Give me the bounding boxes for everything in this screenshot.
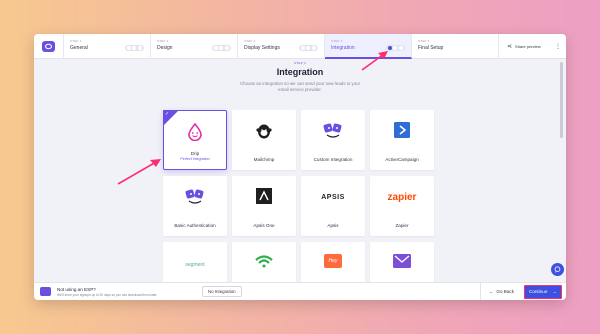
- wifi-icon: [255, 255, 273, 268]
- custom-integration-icon: [323, 123, 342, 138]
- integration-grid: ✓ Drip Perfect integration Mailchimp Cus…: [163, 110, 435, 300]
- no-integration-button[interactable]: No Integration: [202, 286, 242, 297]
- page-step-label: STEP 4: [293, 61, 307, 65]
- more-menu-icon[interactable]: ⋮: [553, 34, 563, 59]
- arrow-right-icon: →: [552, 289, 557, 294]
- integration-name: Apsis: [327, 223, 339, 228]
- stepper-bar: STEP 1 General STEP 2 Design STEP 3 Disp…: [34, 34, 566, 59]
- selected-check-icon: ✓: [163, 110, 179, 126]
- step-number: STEP 5: [418, 39, 430, 43]
- integration-name: Mailchimp: [253, 157, 275, 162]
- integration-name: Basic Authentication: [174, 223, 216, 228]
- step-number: STEP 1: [70, 39, 82, 43]
- step-display-settings[interactable]: STEP 3 Display Settings: [238, 34, 325, 59]
- app-logo[interactable]: [34, 34, 64, 59]
- integration-card-drip[interactable]: ✓ Drip Perfect integration: [163, 110, 227, 170]
- apsis-one-icon: [256, 188, 272, 204]
- integration-name: Apsis One: [253, 223, 275, 228]
- go-back-label: Go Back: [496, 289, 514, 294]
- basic-auth-icon: [185, 189, 204, 204]
- arrow-left-icon: ←: [488, 289, 494, 294]
- apsis-icon: APSIS: [321, 194, 345, 201]
- integration-card-mailchimp[interactable]: Mailchimp: [232, 110, 296, 170]
- integration-card-activecampaign[interactable]: ActiveCampaign: [370, 110, 434, 170]
- activecampaign-icon: [394, 122, 410, 138]
- envelope-icon: [393, 254, 411, 268]
- description-line: email service provider.: [278, 87, 322, 92]
- step-final-setup[interactable]: STEP 5 Final Setup: [412, 34, 499, 59]
- integration-card-custom-integration[interactable]: Custom Integration: [301, 110, 365, 170]
- step-progress: [299, 45, 318, 51]
- no-esp-info: Not using an ESP? We'll store your signu…: [57, 287, 197, 297]
- integration-card-apsis[interactable]: APSIS Apsis: [301, 176, 365, 236]
- integration-name: ActiveCampaign: [385, 157, 419, 162]
- step-label: Final Setup: [418, 45, 444, 51]
- integration-card-basic-authentication[interactable]: Basic Authentication: [163, 176, 227, 236]
- app-logo-small: [40, 287, 51, 296]
- chat-icon: [554, 266, 561, 273]
- logo-icon: [42, 41, 55, 52]
- page-header: STEP 4 Integration Choose an integration…: [34, 61, 566, 93]
- integration-card-apsis-one[interactable]: Apsis One: [232, 176, 296, 236]
- chat-button[interactable]: [551, 263, 564, 276]
- step-number: STEP 3: [244, 39, 256, 43]
- share-icon: ⋖: [507, 44, 513, 50]
- page-title: Integration: [276, 67, 324, 77]
- drip-icon: [188, 123, 202, 141]
- hey-icon: Hey: [324, 254, 342, 268]
- no-esp-title: Not using an ESP?: [57, 286, 96, 292]
- zapier-icon: zapier: [387, 192, 417, 203]
- app-window: STEP 1 General STEP 2 Design STEP 3 Disp…: [34, 34, 566, 300]
- step-number: STEP 2: [157, 39, 169, 43]
- no-esp-subtitle: We'll store your signups up to 90 days s…: [57, 292, 158, 297]
- share-preview-label: Share preview: [515, 44, 541, 49]
- step-integration[interactable]: STEP 4 Integration: [325, 34, 412, 59]
- integration-name: Zapier: [395, 223, 409, 228]
- integration-name: Drip: [190, 151, 200, 156]
- step-progress: [212, 45, 231, 51]
- segment-icon: segment: [185, 262, 205, 268]
- continue-button[interactable]: Continue →: [524, 284, 562, 299]
- page-description: Choose an integration so we can send you…: [34, 81, 566, 93]
- share-preview-button[interactable]: ⋖ Share preview: [507, 34, 553, 59]
- integration-name: Custom Integration: [313, 157, 353, 162]
- step-design[interactable]: STEP 2 Design: [151, 34, 238, 59]
- bottom-bar: Not using an ESP? We'll store your signu…: [34, 282, 566, 300]
- scrollbar[interactable]: [560, 62, 563, 138]
- step-general[interactable]: STEP 1 General: [64, 34, 151, 59]
- go-back-button[interactable]: ← Go Back: [479, 282, 522, 300]
- integration-card-zapier[interactable]: zapier Zapier: [370, 176, 434, 236]
- mailchimp-icon: [256, 124, 272, 139]
- step-progress: [386, 45, 405, 51]
- step-number: STEP 4: [331, 39, 343, 43]
- step-progress: [125, 45, 144, 51]
- integration-subtitle: Perfect integration: [180, 157, 210, 161]
- continue-label: Continue: [529, 289, 548, 294]
